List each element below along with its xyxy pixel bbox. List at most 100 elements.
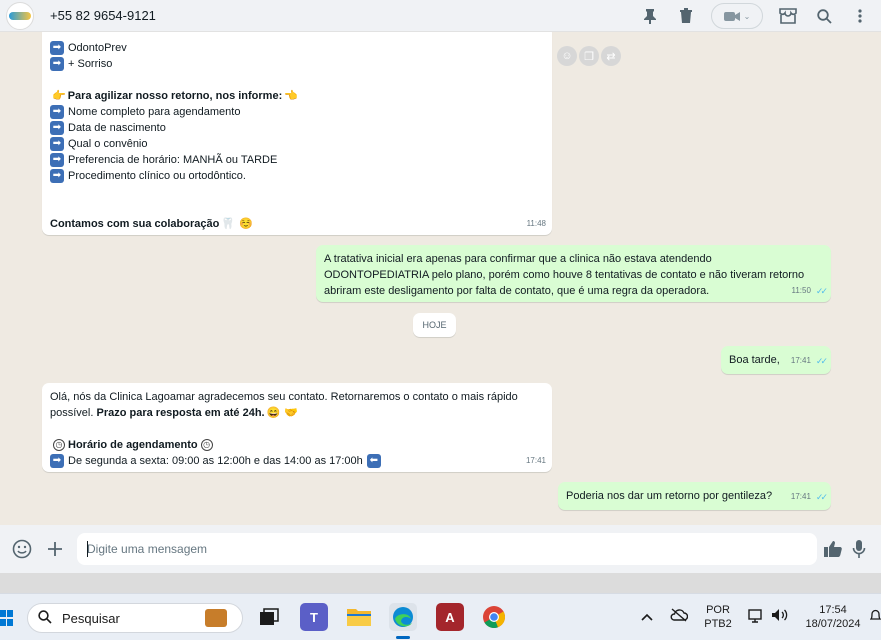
arrow-right-icon: ➡ <box>50 121 64 135</box>
message-text: Boa tarde, <box>729 354 780 366</box>
clock-icon: ◷ <box>200 439 213 451</box>
message-meta: 11:50 ✓✓ <box>791 283 828 299</box>
message-line: ➡ Nome completo para agendamento <box>50 104 544 120</box>
message-outgoing[interactable]: A tratativa inicial era apenas para conf… <box>316 245 831 302</box>
message-line <box>50 200 544 216</box>
message-time: 17:41 <box>525 456 546 465</box>
windows-taskbar: Pesquisar T A POR PTB2 17:54 18/07/2024 <box>0 593 881 640</box>
contact-avatar[interactable] <box>6 1 34 30</box>
message-incoming[interactable]: ➡ OdontoPrev ➡ + Sorriso 👉 Para agilizar no… <box>42 32 552 235</box>
message-line: ➡ OdontoPrev <box>50 40 544 56</box>
chrome-icon[interactable] <box>480 603 508 631</box>
language-code: POR <box>706 604 730 616</box>
message-line: Contamos com sua colaboração 🦷 ☺️ <box>50 216 544 232</box>
pin-icon[interactable] <box>639 5 661 27</box>
header-actions: ⌄ <box>639 0 871 32</box>
message-text: Preferencia de horário: MANHÃ ou TARDE <box>68 154 278 166</box>
windows-start-icon[interactable] <box>0 610 14 626</box>
message-meta: 11:48 <box>527 216 546 232</box>
contact-name[interactable]: +55 82 9654-9121 <box>50 8 156 23</box>
tooth-emoji: 🦷 <box>221 218 236 230</box>
message-text: Prazo para resposta em até 24h. <box>96 407 265 419</box>
day-separator: HOJE <box>413 313 456 337</box>
taskbar-search[interactable]: Pesquisar <box>27 603 243 633</box>
teams-icon[interactable]: T <box>300 603 328 631</box>
message-text: A tratativa inicial era apenas para conf… <box>324 253 712 265</box>
window-bottom-edge <box>0 573 881 593</box>
message-time: 11:50 <box>791 286 811 295</box>
message-time: 17:41 <box>790 492 811 501</box>
message-meta: 17:41 <box>526 453 546 469</box>
task-view-icon[interactable] <box>255 603 283 631</box>
message-text: Procedimento clínico ou ortodôntico. <box>68 170 246 182</box>
arrow-right-icon: ➡ <box>50 454 64 468</box>
chat-area[interactable]: ➡ OdontoPrev ➡ + Sorriso 👉 Para agilizar no… <box>0 32 881 525</box>
trash-icon[interactable] <box>675 5 697 27</box>
message-outgoing[interactable]: Poderia nos dar um retorno por gentileza… <box>558 482 831 510</box>
copy-icon[interactable]: ❐ <box>579 46 599 66</box>
video-call-button[interactable]: ⌄ <box>711 3 763 29</box>
message-line <box>50 184 544 200</box>
network-icon[interactable] <box>747 608 763 627</box>
handshake-emoji: 🤝 <box>284 407 299 419</box>
arrow-right-icon: ➡ <box>50 41 64 55</box>
active-app-indicator <box>396 636 410 639</box>
chat-header: +55 82 9654-9121 ⌄ <box>0 0 881 32</box>
message-meta: 17:41 ✓✓ <box>790 353 828 369</box>
access-icon[interactable]: A <box>436 603 464 631</box>
clock-date: 18/07/2024 <box>805 618 861 630</box>
emoji-react-icon[interactable]: ☺ <box>557 46 577 66</box>
notifications-icon[interactable] <box>869 608 881 627</box>
message-text: De segunda a sexta: 09:00 as 12:00h e da… <box>68 455 363 467</box>
message-text: Olá, nós da Clinica Lagoamar agradecemos… <box>50 391 518 403</box>
keyboard-layout: PTB2 <box>704 618 732 630</box>
attach-plus-icon[interactable] <box>43 537 67 561</box>
text-caret <box>87 541 88 557</box>
edge-browser-icon[interactable] <box>389 603 417 631</box>
thumbs-up-icon[interactable] <box>821 537 845 561</box>
message-time: 17:41 <box>790 356 811 365</box>
clock-time: 17:54 <box>819 604 847 616</box>
emoji-icon[interactable] <box>10 537 34 561</box>
volume-icon[interactable] <box>771 608 789 625</box>
message-text: abriram este desligamento por falta de c… <box>324 285 710 297</box>
message-line: ➡ Preferencia de horário: MANHÃ ou TARDE <box>50 152 544 168</box>
message-text: OdontoPrev <box>68 42 127 54</box>
search-icon[interactable] <box>813 5 835 27</box>
message-meta: 17:41 ✓✓ <box>790 489 828 505</box>
message-line: ➡ Data de nascimento <box>50 120 544 136</box>
more-icon[interactable] <box>849 5 871 27</box>
read-receipt-icon: ✓✓ <box>815 286 828 296</box>
cloud-offline-icon[interactable] <box>670 608 689 625</box>
keyboard-language[interactable]: POR PTB2 <box>701 603 735 631</box>
system-clock[interactable]: 17:54 18/07/2024 <box>800 603 866 631</box>
arrow-right-icon: ➡ <box>50 169 64 183</box>
message-text: Qual o convênio <box>68 138 148 150</box>
message-text: Contamos com sua colaboração <box>50 218 220 230</box>
microphone-icon[interactable] <box>847 537 871 561</box>
chevron-up-icon[interactable] <box>641 608 653 624</box>
message-input[interactable] <box>77 533 817 565</box>
message-text: Poderia nos dar um retorno por gentileza… <box>566 490 773 502</box>
arrow-right-icon: ➡ <box>50 137 64 151</box>
message-line: ➡ Qual o convênio <box>50 136 544 152</box>
video-call-icon <box>723 11 740 21</box>
pointing-hand-emoji: 👈 <box>284 90 298 102</box>
message-outgoing[interactable]: Boa tarde, 17:41 ✓✓ <box>721 346 831 374</box>
search-placeholder: Pesquisar <box>62 610 120 626</box>
read-receipt-icon: ✓✓ <box>815 356 828 366</box>
read-receipt-icon: ✓✓ <box>815 492 828 502</box>
translate-icon[interactable]: ⇄ <box>601 46 621 66</box>
message-line: 👉 Para agilizar nosso retorno, nos inform… <box>50 88 544 104</box>
message-text: Horário de agendamento <box>68 439 198 451</box>
file-explorer-icon[interactable] <box>345 603 373 631</box>
message-incoming[interactable]: Olá, nós da Clinica Lagoamar agradecemos… <box>42 383 552 472</box>
search-icon <box>38 609 52 627</box>
message-line: ➡ De segunda a sexta: 09:00 as 12:00h e d… <box>50 453 544 469</box>
shop-icon[interactable] <box>777 5 799 27</box>
message-text: ODONTOPEDIATRIA pelo plano, porém como h… <box>324 269 805 281</box>
arrow-right-icon: ➡ <box>50 57 64 71</box>
arrow-right-icon: ➡ <box>50 105 64 119</box>
message-line: ➡ + Sorriso <box>50 56 544 72</box>
